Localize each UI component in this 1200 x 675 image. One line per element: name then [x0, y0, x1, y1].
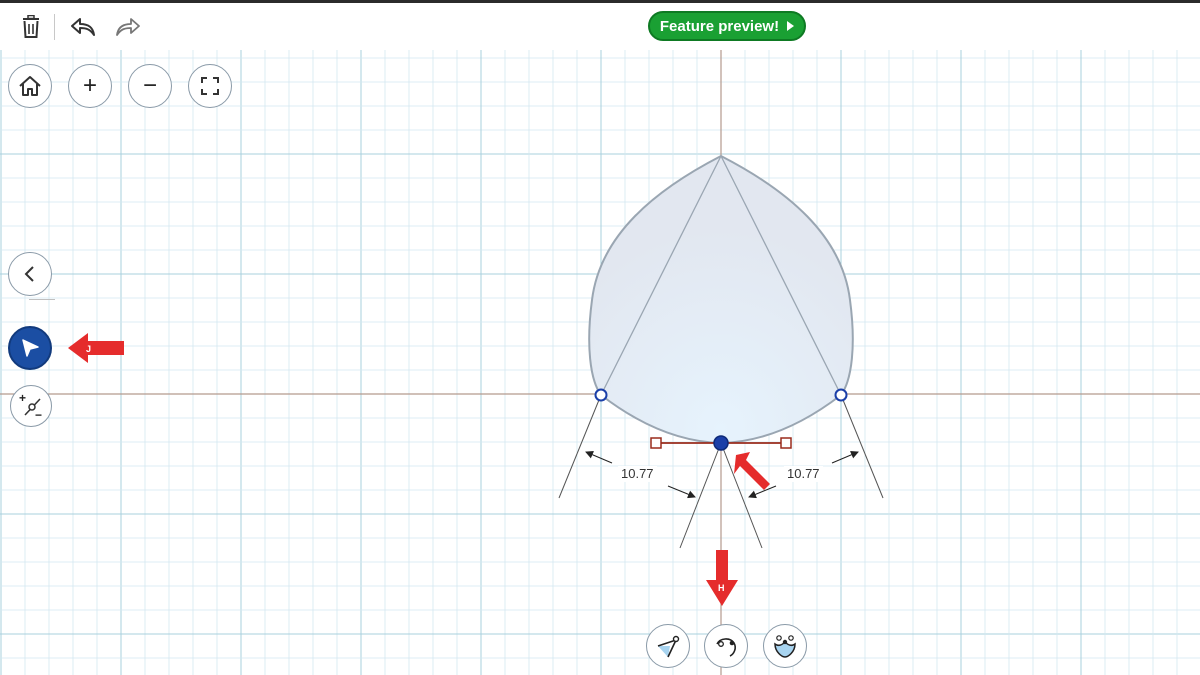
undo-icon [71, 18, 95, 36]
delete-button[interactable] [14, 10, 48, 44]
play-icon [787, 21, 795, 31]
arc-tool-icon [716, 638, 737, 657]
shape-tool-button[interactable] [763, 624, 807, 668]
point-tool-button[interactable]: + − [10, 385, 52, 427]
side-separator [29, 299, 55, 300]
drop-shape[interactable] [588, 154, 854, 445]
collapse-panel-button[interactable] [8, 252, 52, 296]
svg-text:J: J [86, 344, 91, 354]
home-icon [19, 76, 41, 96]
feature-preview-label: Feature preview! [659, 17, 780, 35]
drawing-canvas[interactable] [0, 0, 1200, 675]
zoom-in-label: + [82, 72, 97, 99]
fit-screen-button[interactable] [188, 64, 232, 108]
top-border [0, 0, 1200, 3]
toolbar-separator [54, 14, 55, 40]
control-point-right[interactable] [834, 388, 848, 402]
redo-button[interactable] [111, 10, 145, 44]
construction-line [679, 442, 722, 549]
fit-screen-icon [201, 77, 219, 95]
measure-left: 10.77 [618, 466, 657, 482]
zoom-out-label: − [142, 72, 157, 99]
add-point-icon: + − [19, 391, 42, 421]
tangent-handle-right[interactable] [780, 437, 792, 449]
undo-button[interactable] [66, 10, 100, 44]
construction-line [840, 394, 884, 499]
tangent-handle-left[interactable] [650, 437, 662, 449]
svg-text:−: − [35, 408, 42, 421]
measure-arrow-left-a [585, 451, 613, 464]
shape-tool-icon [774, 635, 796, 658]
select-tool-button[interactable] [8, 326, 52, 370]
measure-arrow-right-a [831, 451, 859, 464]
construction-line [558, 394, 602, 499]
feature-preview-button[interactable]: Feature preview! [648, 11, 806, 41]
redo-icon [116, 18, 140, 36]
annotation-arrow-left: J [68, 333, 124, 363]
chevron-left-icon [24, 266, 34, 282]
svg-text:H: H [718, 583, 725, 593]
annotation-arrow-diagonal [734, 452, 770, 490]
svg-text:+: + [19, 391, 26, 405]
trash-icon [23, 15, 39, 38]
select-pointer-icon [22, 339, 39, 357]
measure-right: 10.77 [784, 466, 823, 482]
control-point-left[interactable] [594, 388, 608, 402]
zoom-out-button[interactable]: − [128, 64, 172, 108]
compass-tool-button[interactable] [646, 624, 690, 668]
geometry-layer [0, 50, 1200, 675]
annotation-arrow-down: H [706, 550, 738, 606]
compass-tool-icon [657, 635, 680, 658]
measure-arrow-left-b [667, 485, 696, 499]
arc-tool-button[interactable] [704, 624, 748, 668]
zoom-in-button[interactable]: + [68, 64, 112, 108]
control-point-selected[interactable] [713, 435, 729, 451]
home-button[interactable] [8, 64, 52, 108]
